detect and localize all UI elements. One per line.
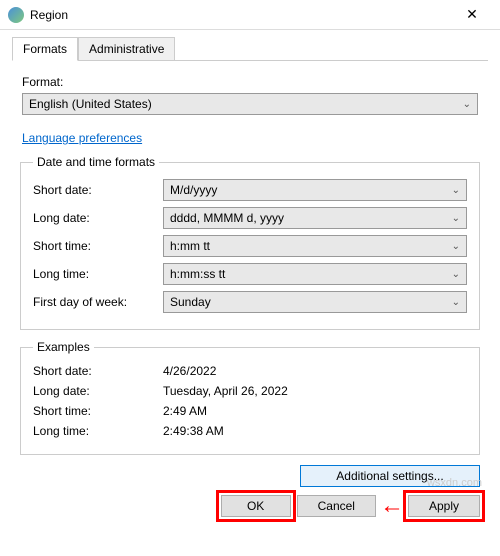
- ex-short-date-value: 4/26/2022: [163, 364, 216, 378]
- tab-strip: Formats Administrative: [12, 36, 488, 61]
- format-select-value: English (United States): [29, 97, 152, 111]
- format-select[interactable]: English (United States) ⌄: [22, 93, 478, 115]
- language-preferences-link[interactable]: Language preferences: [22, 131, 142, 145]
- titlebar: Region ✕: [0, 0, 500, 30]
- long-date-select[interactable]: dddd, MMMM d, yyyy⌄: [163, 207, 467, 229]
- short-date-label: Short date:: [33, 183, 163, 197]
- watermark: wsxdn.com: [427, 477, 482, 489]
- apply-button[interactable]: Apply: [408, 495, 480, 517]
- close-button[interactable]: ✕: [452, 1, 492, 29]
- group-examples-legend: Examples: [33, 340, 94, 354]
- arrow-icon: ←: [380, 495, 404, 517]
- chevron-down-icon: ⌄: [452, 269, 460, 280]
- chevron-down-icon: ⌄: [463, 99, 471, 110]
- ex-long-time-label: Long time:: [33, 424, 163, 438]
- dialog-content: Formats Administrative Format: English (…: [0, 30, 500, 533]
- chevron-down-icon: ⌄: [452, 241, 460, 252]
- cancel-button[interactable]: Cancel: [297, 495, 376, 517]
- ex-long-date-value: Tuesday, April 26, 2022: [163, 384, 288, 398]
- ex-short-time-label: Short time:: [33, 404, 163, 418]
- ex-long-date-label: Long date:: [33, 384, 163, 398]
- ok-button[interactable]: OK: [221, 495, 291, 517]
- chevron-down-icon: ⌄: [452, 185, 460, 196]
- tab-administrative[interactable]: Administrative: [78, 37, 175, 61]
- group-examples: Examples Short date:4/26/2022 Long date:…: [20, 340, 480, 455]
- format-label: Format:: [22, 75, 478, 89]
- long-time-select[interactable]: h:mm:ss tt⌄: [163, 263, 467, 285]
- ex-short-time-value: 2:49 AM: [163, 404, 207, 418]
- region-icon: [8, 7, 24, 23]
- chevron-down-icon: ⌄: [452, 213, 460, 224]
- ex-short-date-label: Short date:: [33, 364, 163, 378]
- tab-formats[interactable]: Formats: [12, 37, 78, 61]
- short-time-select[interactable]: h:mm tt⌄: [163, 235, 467, 257]
- long-time-label: Long time:: [33, 267, 163, 281]
- group-datetime-formats: Date and time formats Short date: M/d/yy…: [20, 155, 480, 330]
- first-day-select[interactable]: Sunday⌄: [163, 291, 467, 313]
- group-datetime-legend: Date and time formats: [33, 155, 159, 169]
- window-title: Region: [30, 8, 452, 22]
- first-day-label: First day of week:: [33, 295, 163, 309]
- short-date-select[interactable]: M/d/yyyy⌄: [163, 179, 467, 201]
- ex-long-time-value: 2:49:38 AM: [163, 424, 224, 438]
- short-time-label: Short time:: [33, 239, 163, 253]
- long-date-label: Long date:: [33, 211, 163, 225]
- chevron-down-icon: ⌄: [452, 297, 460, 308]
